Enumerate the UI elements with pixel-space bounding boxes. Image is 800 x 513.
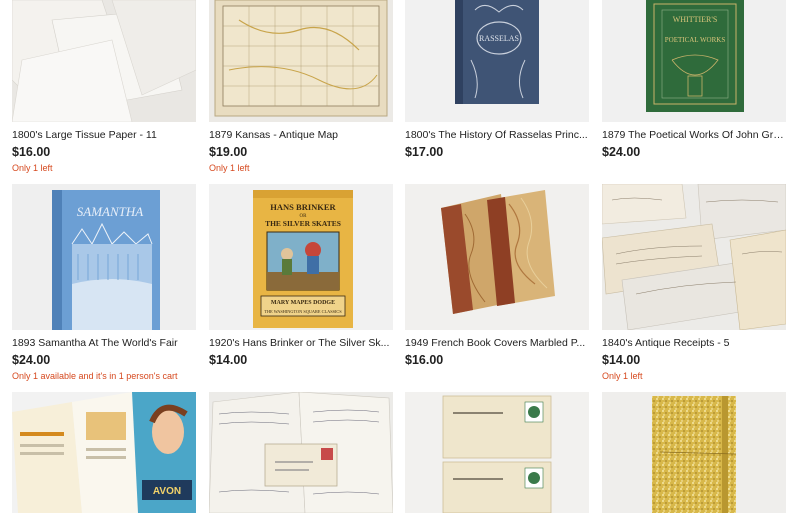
- rasselas-book-image[interactable]: RASSELAS: [405, 0, 589, 122]
- hans-brinker-title-text: HANS BRINKER: [270, 202, 336, 212]
- listing-card[interactable]: 1800's Large Tissue Paper - 11 $16.00 On…: [12, 0, 196, 174]
- listing-price: $19.00: [209, 145, 248, 159]
- avon-logo-text: AVON: [153, 486, 181, 497]
- silver-skates-text: THE SILVER SKATES: [265, 219, 341, 228]
- marbled-covers-image[interactable]: [405, 184, 589, 330]
- listing-title[interactable]: 1920's Hans Brinker or The Silver Sk...: [209, 337, 393, 349]
- poetical-works-book-image[interactable]: WHITTIER'S POETICAL WORKS: [602, 0, 786, 122]
- listing-price: $24.00: [602, 145, 641, 159]
- handwritten-letters-image[interactable]: [209, 392, 393, 513]
- listing-card[interactable]: HANS BRINKER OR THE SILVER SKATES MARY M…: [209, 184, 393, 368]
- listing-grid: 1800's Large Tissue Paper - 11 $16.00 On…: [0, 0, 800, 513]
- listing-price: $14.00: [602, 353, 641, 367]
- stock-notice: Only 1 left: [209, 163, 250, 173]
- listing-title[interactable]: 1893 Samantha At The World's Fair: [12, 337, 196, 349]
- listing-title[interactable]: 1949 French Book Covers Marbled P...: [405, 337, 589, 349]
- listing-card[interactable]: 1840's Antique Receipts - 5 $14.00 Only …: [602, 184, 786, 382]
- listing-card[interactable]: [405, 392, 589, 513]
- series-text: THE WASHINGTON SQUARE CLASSICS: [264, 309, 342, 314]
- gold-glitter-journal-image[interactable]: [602, 392, 786, 513]
- samantha-cover-text: SAMANTHA: [77, 204, 144, 219]
- listing-price: $16.00: [405, 353, 444, 367]
- listing-card[interactable]: WHITTIER'S POETICAL WORKS 1879 The Poeti…: [602, 0, 786, 160]
- listing-title[interactable]: 1800's The History Of Rasselas Princ...: [405, 129, 589, 141]
- kansas-map-image[interactable]: [209, 0, 393, 122]
- listing-price: $17.00: [405, 145, 444, 159]
- listing-title[interactable]: 1879 Kansas - Antique Map: [209, 129, 393, 141]
- antique-receipts-image[interactable]: [602, 184, 786, 330]
- rasselas-cover-text: RASSELAS: [479, 34, 519, 43]
- listing-price: $24.00: [12, 353, 51, 367]
- stock-notice: Only 1 left: [602, 371, 643, 381]
- stock-notice: Only 1 available and it's in 1 person's …: [12, 371, 178, 381]
- poetical-works-cover-text: POETICAL WORKS: [665, 36, 726, 44]
- listing-card[interactable]: [602, 392, 786, 513]
- listing-card[interactable]: [209, 392, 393, 513]
- listing-card[interactable]: AVON: [12, 392, 196, 513]
- listing-title[interactable]: 1840's Antique Receipts - 5: [602, 337, 786, 349]
- samantha-book-image[interactable]: SAMANTHA: [12, 184, 196, 330]
- postcards-image[interactable]: [405, 392, 589, 513]
- listing-title[interactable]: 1879 The Poetical Works Of John Gre...: [602, 129, 786, 141]
- hans-brinker-book-image[interactable]: HANS BRINKER OR THE SILVER SKATES MARY M…: [209, 184, 393, 330]
- listing-price: $14.00: [209, 353, 248, 367]
- listing-card[interactable]: RASSELAS 1800's The History Of Rasselas …: [405, 0, 589, 160]
- author-text: MARY MAPES DODGE: [271, 300, 335, 306]
- listing-card[interactable]: 1949 French Book Covers Marbled P... $16…: [405, 184, 589, 368]
- whittier-cover-text: WHITTIER'S: [673, 15, 718, 24]
- listing-card[interactable]: SAMANTHA 1893 Samantha At The World's Fa…: [12, 184, 196, 382]
- tissue-paper-image[interactable]: [12, 0, 196, 122]
- listing-title[interactable]: 1800's Large Tissue Paper - 11: [12, 129, 196, 141]
- stock-notice: Only 1 left: [12, 163, 53, 173]
- avon-brochure-image[interactable]: AVON: [12, 392, 196, 513]
- listing-card[interactable]: 1879 Kansas - Antique Map $19.00 Only 1 …: [209, 0, 393, 174]
- listing-price: $16.00: [12, 145, 51, 159]
